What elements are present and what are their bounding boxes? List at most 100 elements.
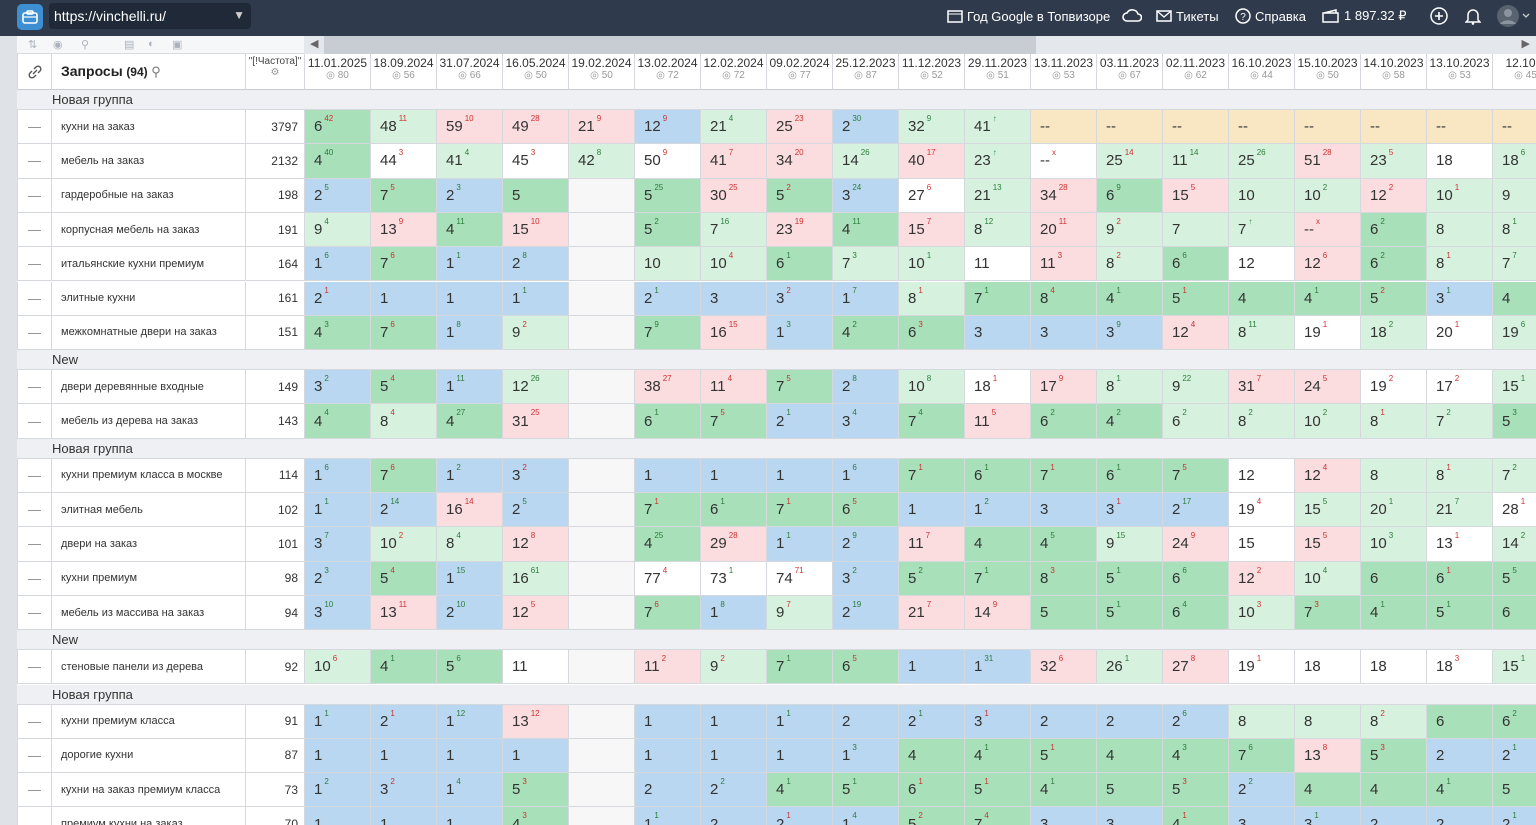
position-cell[interactable]: 12 5 — [502, 595, 568, 630]
position-cell[interactable]: 16 — [832, 458, 898, 492]
position-cell[interactable]: 1 — [304, 738, 370, 773]
position-cell[interactable]: 1 — [634, 738, 700, 773]
position-cell[interactable]: 31 — [1294, 807, 1360, 825]
position-cell[interactable]: 49 28 — [502, 110, 568, 144]
position-cell[interactable]: 51 — [1096, 561, 1162, 595]
position-cell[interactable]: 54 — [370, 561, 436, 595]
position-cell[interactable]: 75 — [370, 178, 436, 212]
position-cell[interactable]: 20 11 — [1030, 212, 1096, 247]
position-cell[interactable]: 77 — [1492, 247, 1536, 281]
position-cell[interactable]: 12 — [436, 458, 502, 492]
position-cell[interactable]: 3 — [1228, 807, 1294, 825]
position-cell[interactable]: 43 — [1162, 738, 1228, 773]
position-cell[interactable]: 76 — [634, 595, 700, 630]
position-cell[interactable]: 21 — [766, 404, 832, 438]
position-cell[interactable]: 62 — [1360, 212, 1426, 247]
position-cell[interactable]: 52 — [634, 212, 700, 247]
position-cell[interactable]: 11 — [766, 704, 832, 738]
position-cell[interactable]: 4 27 — [436, 404, 502, 438]
position-cell[interactable]: 21 — [766, 807, 832, 825]
position-cell[interactable]: 4 — [898, 738, 964, 773]
position-cell[interactable]: -- — [1426, 110, 1492, 144]
group-header[interactable]: Новая группа — [17, 438, 1536, 459]
group-header[interactable]: New — [17, 630, 1536, 651]
position-cell[interactable]: 41 7 — [700, 144, 766, 178]
position-cell[interactable]: 41 — [964, 738, 1030, 773]
position-cell[interactable]: 11 — [436, 247, 502, 281]
group-header[interactable]: Новая группа — [17, 684, 1536, 705]
position-cell[interactable]: 6 — [1426, 704, 1492, 738]
position-cell[interactable]: 21 13 — [964, 178, 1030, 212]
position-cell[interactable]: 17 — [832, 281, 898, 315]
position-cell[interactable]: 1 — [634, 704, 700, 738]
drag-handle[interactable]: — — [17, 527, 51, 561]
date-column-header[interactable]: 16.10.2023 ◎ 44 — [1228, 54, 1294, 90]
position-cell[interactable]: 3 — [1030, 807, 1096, 825]
position-cell[interactable]: 3 — [1096, 807, 1162, 825]
position-cell[interactable]: 24 9 — [1162, 527, 1228, 561]
position-cell[interactable]: 115 — [436, 561, 502, 595]
position-cell[interactable]: 83 — [1030, 561, 1096, 595]
position-cell[interactable]: 1 11 — [436, 370, 502, 404]
position-cell[interactable]: 3 — [964, 315, 1030, 350]
position-cell[interactable]: 34 — [832, 404, 898, 438]
position-cell[interactable]: 43 — [502, 807, 568, 825]
query-keyword[interactable]: мебель из массива на заказ — [51, 595, 245, 630]
frequency-header[interactable]: "[!Частота]" ⚙ — [245, 54, 304, 90]
position-cell[interactable]: 214 — [700, 110, 766, 144]
position-cell[interactable]: 12 — [304, 773, 370, 807]
drag-handle[interactable]: — — [17, 561, 51, 595]
group-header[interactable]: New — [17, 350, 1536, 371]
position-cell[interactable]: 14 — [832, 807, 898, 825]
position-cell[interactable]: 62 — [1162, 404, 1228, 438]
drag-handle[interactable]: — — [17, 595, 51, 630]
queries-header[interactable]: Запросы (94) ⚲ — [51, 54, 245, 90]
drag-handle[interactable]: — — [17, 178, 51, 212]
position-cell[interactable]: 40 17 — [898, 144, 964, 178]
position-cell[interactable]: 75 — [1162, 458, 1228, 492]
position-cell[interactable]: 11 — [964, 247, 1030, 281]
position-cell[interactable]: 21 — [370, 704, 436, 738]
position-cell[interactable]: 53 — [1162, 773, 1228, 807]
position-cell[interactable]: 22 — [1228, 773, 1294, 807]
position-cell[interactable]: 12 — [1228, 247, 1294, 281]
position-cell[interactable]: 31 — [1096, 493, 1162, 527]
position-cell[interactable]: 38 27 — [634, 370, 700, 404]
date-column-header[interactable]: 12.02.2024 ◎ 72 — [700, 54, 766, 90]
position-cell[interactable]: 18 — [1360, 650, 1426, 684]
drag-handle[interactable]: — — [17, 404, 51, 438]
position-cell[interactable]: 11 3 — [1030, 247, 1096, 281]
position-cell[interactable]: 11 — [634, 807, 700, 825]
position-cell[interactable]: 2 — [1030, 704, 1096, 738]
position-cell[interactable]: 10 4 — [1294, 561, 1360, 595]
position-cell[interactable]: 84 — [370, 404, 436, 438]
date-column-header[interactable]: 15.10.2023 ◎ 50 — [1294, 54, 1360, 90]
position-cell[interactable]: 12 8 — [502, 527, 568, 561]
position-cell[interactable]: 76 — [1228, 738, 1294, 773]
position-cell[interactable]: 74 71 — [766, 561, 832, 595]
drag-handle[interactable]: — — [17, 110, 51, 144]
position-cell[interactable]: 2 — [634, 773, 700, 807]
position-cell[interactable]: 5 — [502, 178, 568, 212]
position-cell[interactable]: 11 — [766, 527, 832, 561]
position-cell[interactable]: 1 — [304, 807, 370, 825]
query-keyword[interactable]: кухни на заказ — [51, 110, 245, 144]
position-cell[interactable]: 16 14 — [436, 493, 502, 527]
position-cell[interactable] — [568, 527, 634, 561]
position-cell[interactable]: 51 — [1030, 738, 1096, 773]
position-cell[interactable]: 30 25 — [700, 178, 766, 212]
position-cell[interactable]: 51 — [1096, 595, 1162, 630]
position-cell[interactable]: 76 — [370, 247, 436, 281]
position-cell[interactable]: 51 28 — [1294, 144, 1360, 178]
position-cell[interactable]: 11 — [304, 493, 370, 527]
position-cell[interactable]: 6 — [1492, 595, 1536, 630]
date-column-header[interactable]: 16.05.2024 ◎ 50 — [502, 54, 568, 90]
position-cell[interactable]: 11 — [304, 704, 370, 738]
position-cell[interactable]: 115 — [964, 404, 1030, 438]
position-cell[interactable]: 19 2 — [1360, 370, 1426, 404]
date-column-header[interactable]: 13.11.2023 ◎ 53 — [1030, 54, 1096, 90]
image-icon[interactable]: ▣ — [172, 38, 182, 51]
position-cell[interactable]: 76 — [370, 315, 436, 350]
position-cell[interactable]: 3 24 — [832, 178, 898, 212]
position-cell[interactable]: 16 — [304, 458, 370, 492]
